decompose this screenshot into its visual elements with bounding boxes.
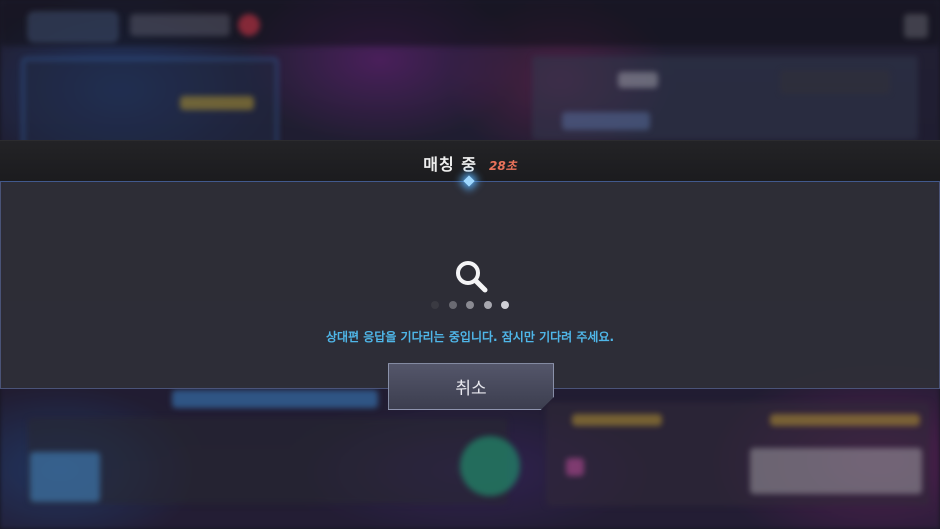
search-icon (456, 261, 488, 293)
loading-dot (501, 301, 509, 309)
dialog-title: 매칭 중 28초 (0, 151, 940, 175)
loading-dot (431, 301, 439, 309)
waiting-message: 상대편 응답을 기다리는 중입니다. 잠시만 기다려 주세요. (325, 330, 615, 344)
loading-dot (448, 301, 457, 309)
cancel-button[interactable]: 취소 (388, 363, 554, 410)
dialog-title-text: 매칭 중 (423, 155, 477, 174)
matching-timer: 28초 (488, 159, 517, 173)
dialog-body: 상대편 응답을 기다리는 중입니다. 잠시만 기다려 주세요. 취소 (0, 181, 940, 410)
loading-dot (466, 301, 474, 309)
loading-dots (431, 301, 515, 311)
matching-dialog: 매칭 중 28초 상대편 응답을 기다리는 중입니다. 잠시만 기다려 주세요. … (0, 140, 940, 410)
loading-dot (483, 301, 492, 309)
